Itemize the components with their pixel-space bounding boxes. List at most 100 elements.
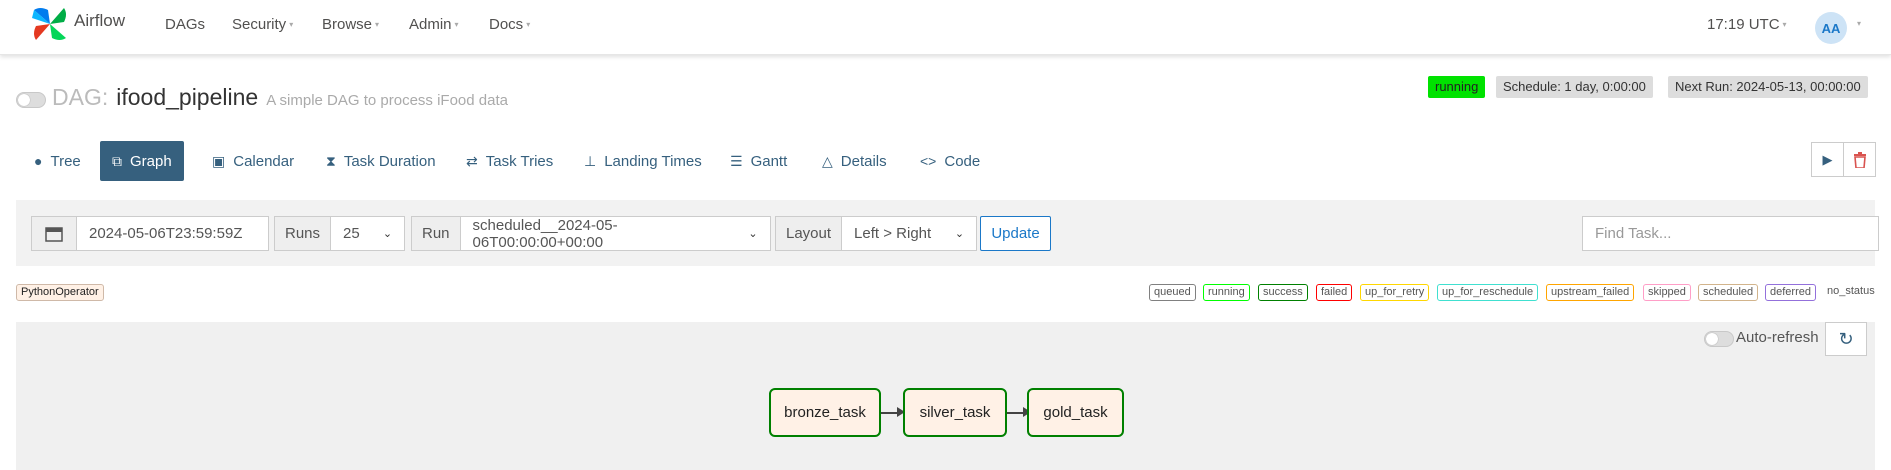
legend-skipped[interactable]: skipped (1643, 284, 1691, 301)
user-avatar[interactable]: AA (1815, 12, 1847, 44)
play-icon: ▶ (1822, 151, 1833, 167)
tab-task-tries[interactable]: ⇄ Task Tries (454, 141, 565, 181)
run-select[interactable]: scheduled__2024-05-06T00:00:00+00:00 ⌄ (460, 216, 771, 251)
base-date-group: 2024-05-06T23:59:59Z (31, 216, 269, 251)
refresh-button[interactable]: ↻ (1825, 322, 1867, 356)
hourglass-icon: ⧗ (326, 152, 336, 169)
gantt-icon: ☰ (730, 152, 743, 169)
tab-tree-label: Tree (50, 152, 81, 170)
legend-queued[interactable]: queued (1149, 284, 1196, 301)
legend-up-for-retry[interactable]: up_for_retry (1360, 284, 1430, 301)
update-button[interactable]: Update (980, 216, 1051, 251)
legend-success[interactable]: success (1258, 284, 1308, 301)
nav-dags-label: DAGs (165, 16, 206, 33)
caret-down-icon: ▾ (454, 20, 459, 29)
tab-task-duration[interactable]: ⧗ Task Duration (314, 141, 448, 181)
nav-admin[interactable]: Admin ▾ (409, 16, 459, 33)
clock-dropdown[interactable]: 17:19 UTC ▾ (1707, 16, 1787, 33)
tab-task-duration-label: Task Duration (343, 152, 436, 170)
tab-code-label: Code (944, 152, 981, 170)
caret-down-icon: ▾ (1782, 20, 1787, 29)
tab-calendar-label: Calendar (233, 152, 295, 170)
trigger-dag-button[interactable]: ▶ (1811, 142, 1844, 177)
layout-label: Layout (775, 216, 843, 251)
clock-label: 17:19 UTC (1707, 16, 1780, 33)
runs-value: 25 (343, 225, 360, 242)
layout-select[interactable]: Left > Right ⌄ (842, 216, 978, 251)
tab-calendar[interactable]: ▣ Calendar (200, 141, 306, 181)
dag-pause-toggle[interactable] (16, 92, 46, 108)
warning-triangle-icon: △ (822, 152, 833, 169)
top-navbar: Airflow DAGs Security ▾ Browse ▾ Admin ▾ Do… (0, 0, 1891, 55)
tab-landing-times-label: Landing Times (604, 152, 702, 170)
calendar-icon[interactable] (31, 216, 77, 251)
tab-graph[interactable]: ⧉ Graph (100, 141, 184, 181)
dag-state-badge: running (1428, 76, 1486, 98)
caret-down-icon[interactable]: ▾ (1857, 19, 1861, 28)
legend-up-for-reschedule[interactable]: up_for_reschedule (1437, 284, 1539, 301)
legend-failed[interactable]: failed (1316, 284, 1353, 301)
nav-browse[interactable]: Browse ▾ (322, 16, 379, 33)
dag-label: DAG: (52, 84, 109, 110)
brand-name: Airflow (74, 11, 126, 30)
nav-security-label: Security (232, 16, 287, 33)
legend-deferred[interactable]: deferred (1765, 284, 1816, 301)
tab-task-tries-label: Task Tries (485, 152, 554, 170)
tab-details[interactable]: △ Details (810, 141, 899, 181)
runs-label: Runs (274, 216, 332, 251)
operator-badge: PythonOperator (16, 284, 104, 301)
layout-group: Layout Left > Right ⌄ (775, 216, 978, 251)
repeat-icon: ⇄ (466, 152, 478, 169)
chevron-down-icon: ⌄ (748, 228, 758, 240)
auto-refresh-toggle[interactable] (1704, 331, 1734, 347)
plane-landing-icon: ⊥ (584, 152, 597, 169)
legend-scheduled[interactable]: scheduled (1698, 284, 1759, 301)
nav-docs-label: Docs (489, 16, 524, 33)
brand[interactable]: Airflow (30, 4, 125, 44)
task-node-gold[interactable]: gold_task (1027, 388, 1124, 437)
legend-running[interactable]: running (1203, 284, 1250, 301)
run-group: Run scheduled__2024-05-06T00:00:00+00:00… (411, 216, 771, 251)
task-node-bronze[interactable]: bronze_task (769, 388, 881, 437)
nav-docs[interactable]: Docs ▾ (489, 16, 530, 33)
caret-down-icon: ▾ (526, 20, 531, 29)
nav-dags[interactable]: DAGs (165, 16, 205, 33)
tab-code[interactable]: <> Code (908, 141, 992, 181)
airflow-logo-icon (32, 8, 66, 40)
dag-description: A simple DAG to process iFood data (266, 92, 508, 109)
auto-refresh-label: Auto-refresh (1736, 329, 1819, 346)
nav-browse-label: Browse (322, 16, 373, 33)
nav-security[interactable]: Security ▾ (232, 16, 293, 33)
next-run-badge: Next Run: 2024-05-13, 00:00:00 (1668, 76, 1868, 98)
nav-admin-label: Admin (409, 16, 452, 33)
delete-dag-button[interactable] (1843, 142, 1876, 177)
filter-bar: 2024-05-06T23:59:59Z Runs 25 ⌄ Run schedu… (16, 200, 1879, 266)
refresh-icon: ↻ (1838, 328, 1854, 349)
find-task-input[interactable]: Find Task... (1582, 216, 1879, 251)
chevron-down-icon: ⌄ (954, 228, 965, 240)
legend-upstream-failed[interactable]: upstream_failed (1546, 284, 1635, 301)
runs-select[interactable]: 25 ⌄ (331, 216, 406, 251)
tab-graph-label: Graph (130, 152, 172, 170)
tree-icon: ● (34, 153, 43, 169)
calendar-icon: ▣ (212, 152, 226, 169)
code-icon: <> (920, 153, 937, 169)
tab-gantt[interactable]: ☰ Gantt (718, 141, 799, 181)
tab-details-label: Details (840, 152, 887, 170)
base-date-input[interactable]: 2024-05-06T23:59:59Z (77, 216, 269, 251)
tab-tree[interactable]: ● Tree (22, 141, 93, 181)
tab-gantt-label: Gantt (750, 152, 788, 170)
tab-landing-times[interactable]: ⊥ Landing Times (572, 141, 714, 181)
run-label: Run (411, 216, 461, 251)
legend-no-status[interactable]: no_status (1823, 284, 1879, 301)
chevron-down-icon: ⌄ (382, 228, 393, 240)
schedule-badge: Schedule: 1 day, 0:00:00 (1496, 76, 1653, 98)
dag-title: DAG: ifood_pipeline A simple DAG to proc… (52, 84, 508, 111)
runs-group: Runs 25 ⌄ (274, 216, 406, 251)
caret-down-icon: ▾ (289, 20, 294, 29)
dag-id: ifood_pipeline (116, 84, 259, 110)
caret-down-icon: ▾ (375, 20, 380, 29)
layout-value: Left > Right (854, 225, 932, 242)
task-node-silver[interactable]: silver_task (903, 388, 1007, 437)
trash-icon (1853, 151, 1866, 168)
